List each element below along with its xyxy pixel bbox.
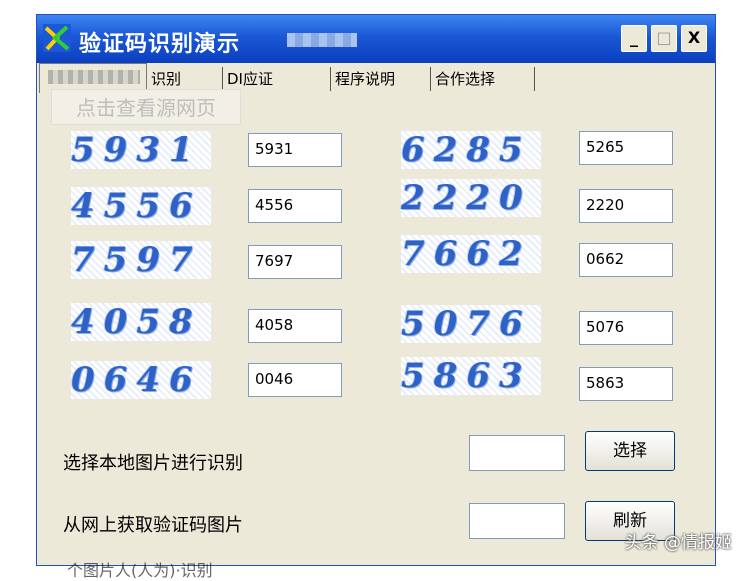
view-source-watermark[interactable]: 点击查看源网页 — [51, 89, 241, 125]
captcha-result-field[interactable]: 4556 — [248, 189, 342, 223]
captcha-image: 4556 — [71, 187, 211, 225]
window-title: 验证码识别演示 — [79, 32, 241, 57]
close-button[interactable]: X — [681, 25, 707, 52]
captcha-result-field[interactable]: 5863 — [579, 367, 673, 401]
source-watermark: 头条 @情报姬 — [624, 533, 732, 553]
captcha-image: 6285 — [401, 131, 541, 169]
tab-di[interactable]: DI应证 — [223, 67, 331, 91]
title-bar[interactable]: 验证码识别演示 _ □ X — [37, 15, 715, 63]
web-image-preview — [469, 503, 565, 539]
local-image-label: 选择本地图片进行识别 — [63, 453, 243, 474]
captcha-result-field[interactable]: 5931 — [248, 133, 342, 167]
tab-cooperation[interactable]: 合作选择 — [431, 67, 535, 91]
blurred-tab-label — [48, 70, 140, 84]
maximize-button[interactable]: □ — [651, 25, 677, 52]
captcha-result-field[interactable]: 2220 — [579, 189, 673, 223]
captcha-result-field[interactable]: 5265 — [579, 131, 673, 165]
captcha-result-field[interactable]: 0046 — [248, 363, 342, 397]
bottom-cutoff-text: 个图片人(人为)·识别 — [67, 561, 213, 580]
select-button[interactable]: 选择 — [585, 431, 675, 471]
captcha-image: 7597 — [71, 241, 211, 279]
web-image-label: 从网上获取验证码图片 — [63, 515, 243, 536]
app-logo-icon — [43, 24, 71, 52]
captcha-image: 7662 — [401, 235, 541, 273]
app-window: 验证码识别演示 _ □ X 识别 DI应证 程序说明 合作选择 点击查看源网页 … — [36, 14, 716, 580]
captcha-image: 5863 — [401, 357, 541, 395]
blurred-title-suffix — [287, 33, 357, 47]
captcha-image: 5076 — [401, 305, 541, 343]
tab-recognize[interactable]: 识别 — [147, 67, 223, 91]
captcha-result-field[interactable]: 4058 — [248, 309, 342, 343]
local-image-preview — [469, 435, 565, 471]
captcha-image: 0646 — [71, 361, 211, 399]
captcha-image: 4058 — [71, 303, 211, 341]
minimize-button[interactable]: _ — [621, 25, 647, 52]
captcha-image: 5931 — [71, 131, 211, 169]
captcha-result-field[interactable]: 5076 — [579, 311, 673, 345]
captcha-result-field[interactable]: 7697 — [248, 245, 342, 279]
captcha-image: 2220 — [401, 179, 541, 217]
tab-program-info[interactable]: 程序说明 — [331, 67, 431, 91]
captcha-result-field[interactable]: 0662 — [579, 243, 673, 277]
